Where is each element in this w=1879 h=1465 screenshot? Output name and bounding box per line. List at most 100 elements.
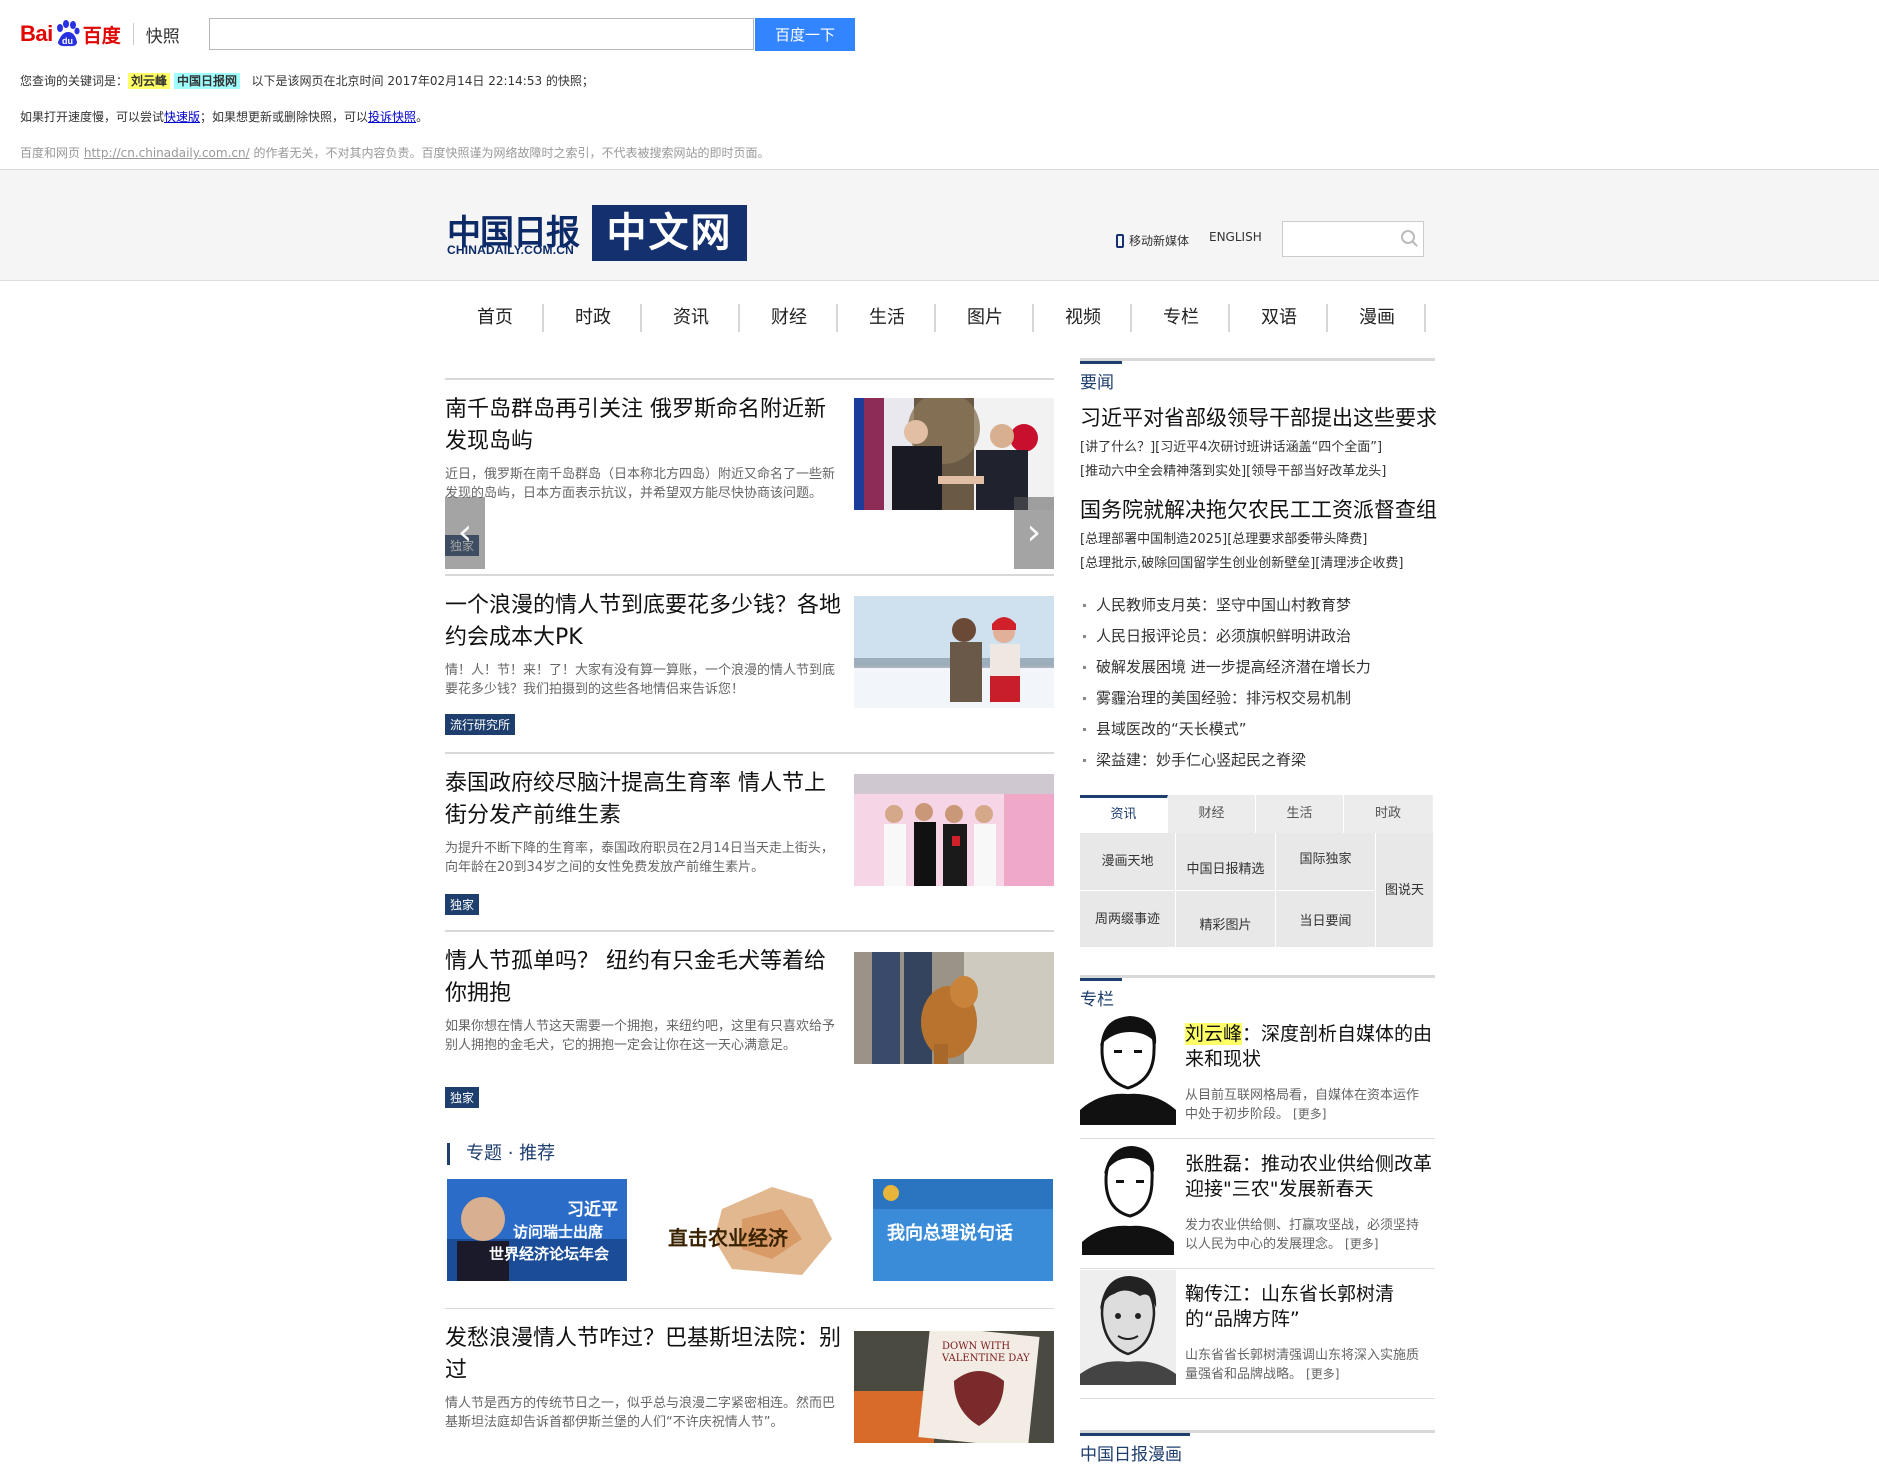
- columnist-portrait-2[interactable]: [1080, 1140, 1176, 1255]
- list-item[interactable]: 雾霾治理的美国经验：排污权交易机制: [1080, 683, 1435, 714]
- headline-1-sub[interactable]: [讲了什么？][习近平4次研讨班讲话涵盖“四个全面”]: [1080, 436, 1382, 455]
- news-photo-golden-retriever[interactable]: [854, 952, 1054, 1064]
- columnist-name-1: 刘云峰: [1185, 1023, 1243, 1045]
- grid-link-intl-exclusive[interactable]: 国际独家: [1276, 833, 1376, 891]
- fast-version-link[interactable]: 快速版: [164, 110, 200, 124]
- news-tag[interactable]: 独家: [445, 894, 480, 915]
- keyword-prefix: 您查询的关键词是：: [20, 74, 129, 88]
- list-item[interactable]: 破解发展困境 进一步提高经济潜在增长力: [1080, 652, 1435, 683]
- news-title[interactable]: 泰国政府绞尽脑汁提高生育率 情人节上街分发产前维生素: [445, 768, 845, 832]
- nav-item-comics[interactable]: 漫画: [1328, 300, 1426, 336]
- nav-item-politics[interactable]: 时政: [544, 300, 642, 336]
- grid-link-daily-news[interactable]: 当日要闻: [1276, 891, 1376, 948]
- news-title[interactable]: 情人节孤单吗？ 纽约有只金毛犬等着给你拥抱: [445, 946, 845, 1010]
- grid-link-cd-selection[interactable]: 中国日报精选: [1176, 833, 1276, 891]
- news-desc: 近日，俄罗斯在南千岛群岛（日本称北方四岛）附近又命名了一些新发现的岛屿，日本方面…: [445, 467, 836, 501]
- logo-separator: [132, 23, 134, 45]
- original-url-link[interactable]: http://cn.chinadaily.com.cn/: [84, 146, 250, 160]
- columnist-item-1: 刘云峰：深度剖析自媒体的由来和现状 从目前互联网格局看，自媒体在资本运作中处于初…: [1080, 1010, 1435, 1139]
- search-icon[interactable]: [1401, 230, 1415, 244]
- complain-snapshot-link[interactable]: 投诉快照: [368, 110, 416, 124]
- news-photo-thailand[interactable]: [854, 774, 1054, 886]
- topic-1-line3: 世界经济论坛年会: [489, 1245, 609, 1263]
- list-item[interactable]: 人民日报评论员：必须旗帜鲜明讲政治: [1080, 621, 1435, 652]
- columnist-name-2: 张胜磊: [1185, 1153, 1243, 1175]
- columnist-title-1[interactable]: 刘云峰：深度剖析自媒体的由来和现状: [1185, 1022, 1435, 1072]
- nav-item-columns[interactable]: 专栏: [1132, 300, 1230, 336]
- tab-news[interactable]: 资讯: [1080, 795, 1168, 833]
- list-item[interactable]: 梁益建：妙手仁心竖起民之脊梁: [1080, 745, 1435, 776]
- nav-item-video[interactable]: 视频: [1034, 300, 1132, 336]
- baidu-logo-cn: 百度: [82, 24, 121, 47]
- columnist-item-2: 张胜磊：推动农业供给侧改革 迎接"三农"发展新春天 发力农业供给侧、打赢攻坚战，…: [1080, 1140, 1435, 1269]
- nav-item-bilingual[interactable]: 双语: [1230, 300, 1328, 336]
- grid-link-deeds[interactable]: 周两缀事迹: [1080, 891, 1176, 948]
- columnist-more-3[interactable]: [更多]: [1306, 1367, 1339, 1381]
- nav-item-photos[interactable]: 图片: [936, 300, 1034, 336]
- tab-finance[interactable]: 财经: [1168, 795, 1256, 833]
- columnist-more-2[interactable]: [更多]: [1345, 1237, 1378, 1251]
- topic-3-title: 我向总理说句话: [887, 1222, 1013, 1244]
- news-tag[interactable]: 独家: [445, 1087, 480, 1108]
- slide-prev-button[interactable]: ‹: [445, 497, 485, 569]
- news-photo-pakistan[interactable]: DOWN WITH VALENTINE DAY: [854, 1331, 1054, 1443]
- news-title[interactable]: 发愁浪漫情人节咋过？巴基斯坦法院：别过: [445, 1323, 845, 1387]
- columnist-desc-2: 发力农业供给侧、打赢攻坚战，必须坚持以人民为中心的发展理念。 [更多]: [1185, 1217, 1430, 1254]
- baidu-logo[interactable]: Bai du 百度 快照: [20, 14, 180, 54]
- zhuanlan-section-header: 专栏: [1080, 975, 1435, 1010]
- topic-banner-premier[interactable]: 我向总理说句话: [873, 1179, 1053, 1281]
- news-title[interactable]: 南千岛群岛再引关注 俄罗斯命名附近新发现岛屿: [445, 394, 845, 458]
- keyword-highlight-2: 中国日报网: [174, 73, 241, 89]
- topic-banner-xi-davos[interactable]: 习近平 访问瑞士出席 世界经济论坛年会: [447, 1179, 627, 1281]
- english-link[interactable]: ENGLISH: [1209, 230, 1262, 244]
- baidu-search-input[interactable]: [209, 18, 754, 50]
- news-tag[interactable]: 流行研究所: [445, 714, 516, 735]
- options-text-a: 如果打开速度慢，可以尝试: [20, 110, 165, 124]
- topics-heading: 专题 · 推荐: [447, 1143, 555, 1165]
- list-item[interactable]: 县域医改的“天长模式”: [1080, 714, 1435, 745]
- grid-link-picture-world[interactable]: 图说天: [1376, 833, 1433, 948]
- columnist-portrait-1[interactable]: [1080, 1010, 1176, 1125]
- columnist-desc-3: 山东省省长郭树清强调山东将深入实施质量强省和品牌战略。 [更多]: [1185, 1347, 1430, 1384]
- headline-2-sub2[interactable]: [总理批示,破除回国留学生创业创新壁垒][清理涉企收费]: [1080, 552, 1403, 571]
- headline-1[interactable]: 习近平对省部级领导干部提出这些要求: [1080, 402, 1437, 432]
- list-item[interactable]: 人民教师支月英：坚守中国山村教育梦: [1080, 590, 1435, 621]
- main-nav: 首页 时政 资讯 财经 生活 图片 视频 专栏 双语 漫画: [446, 300, 1426, 336]
- headline-1-sub2[interactable]: [推动六中全会精神落到实处][领导干部当好改革龙头]: [1080, 460, 1386, 479]
- columnist-desc-text-3: 山东省省长郭树清强调山东将深入实施质量强省和品牌战略。: [1185, 1348, 1420, 1382]
- nav-item-home[interactable]: 首页: [446, 300, 544, 336]
- headline-2-sub[interactable]: [总理部署中国制造2025][总理要求部委带头降费]: [1080, 528, 1367, 547]
- site-search-box[interactable]: [1282, 221, 1424, 257]
- columnist-title-3[interactable]: 鞠传江：山东省长郭树清的“品牌方阵”: [1185, 1282, 1435, 1332]
- snapshot-disclaimer: 百度和网页 http://cn.chinadaily.com.cn/ 的作者无关…: [20, 144, 770, 161]
- nav-item-finance[interactable]: 财经: [740, 300, 838, 336]
- news-item-1: 南千岛群岛再引关注 俄罗斯命名附近新发现岛屿 近日，俄罗斯在南千岛群岛（日本称北…: [445, 378, 1054, 570]
- columnist-portrait-3[interactable]: [1080, 1270, 1176, 1385]
- grid-link-photos[interactable]: 精彩图片: [1176, 891, 1276, 948]
- snapshot-options-line: 如果打开速度慢，可以尝试快速版；如果想更新或删除快照，可以投诉快照。: [20, 108, 428, 125]
- china-daily-logo[interactable]: 中国日报 CHINADAILY.COM.CN 中文网: [447, 205, 747, 261]
- tab-life[interactable]: 生活: [1256, 795, 1344, 833]
- nav-item-news[interactable]: 资讯: [642, 300, 740, 336]
- headline-2[interactable]: 国务院就解决拖欠农民工工资派督查组: [1080, 494, 1437, 524]
- news-desc: 为提升不断下降的生育率，泰国政府职员在2月14日当天走上街头，向年龄在20到34…: [445, 841, 834, 875]
- yaowen-section-header: 要闻: [1080, 358, 1435, 393]
- news-photo-handshake[interactable]: [854, 398, 1054, 510]
- phone-icon: [1116, 233, 1124, 248]
- grid-link-comics-world[interactable]: 漫画天地: [1080, 833, 1176, 891]
- columnist-item-3: 鞠传江：山东省长郭树清的“品牌方阵” 山东省省长郭树清强调山东将深入实施质量强省…: [1080, 1270, 1435, 1399]
- columnist-more-1[interactable]: [更多]: [1293, 1107, 1326, 1121]
- columnist-title-2[interactable]: 张胜磊：推动农业供给侧改革 迎接"三农"发展新春天: [1185, 1152, 1435, 1202]
- yaowen-list: 人民教师支月英：坚守中国山村教育梦 人民日报评论员：必须旗帜鲜明讲政治 破解发展…: [1080, 590, 1435, 776]
- baidu-snapshot-header: Bai du 百度 快照 百度一下 您查询的关键词是： 刘云峰 中国日报网 以下是该…: [0, 0, 1879, 170]
- baidu-search-button[interactable]: 百度一下: [755, 18, 855, 51]
- topic-banner-agri-economy[interactable]: 直击农业经济: [662, 1179, 842, 1281]
- mobile-media-link[interactable]: 移动新媒体: [1116, 232, 1189, 249]
- site-search-input[interactable]: [1283, 222, 1397, 256]
- site-header: 中国日报 CHINADAILY.COM.CN 中文网 移动新媒体 ENGLISH: [0, 170, 1879, 281]
- news-photo-couple[interactable]: [854, 596, 1054, 708]
- slide-next-button[interactable]: ›: [1014, 497, 1054, 569]
- tab-politics[interactable]: 时政: [1344, 795, 1432, 833]
- nav-item-life[interactable]: 生活: [838, 300, 936, 336]
- news-title[interactable]: 一个浪漫的情人节到底要花多少钱？各地约会成本大PK: [445, 590, 845, 654]
